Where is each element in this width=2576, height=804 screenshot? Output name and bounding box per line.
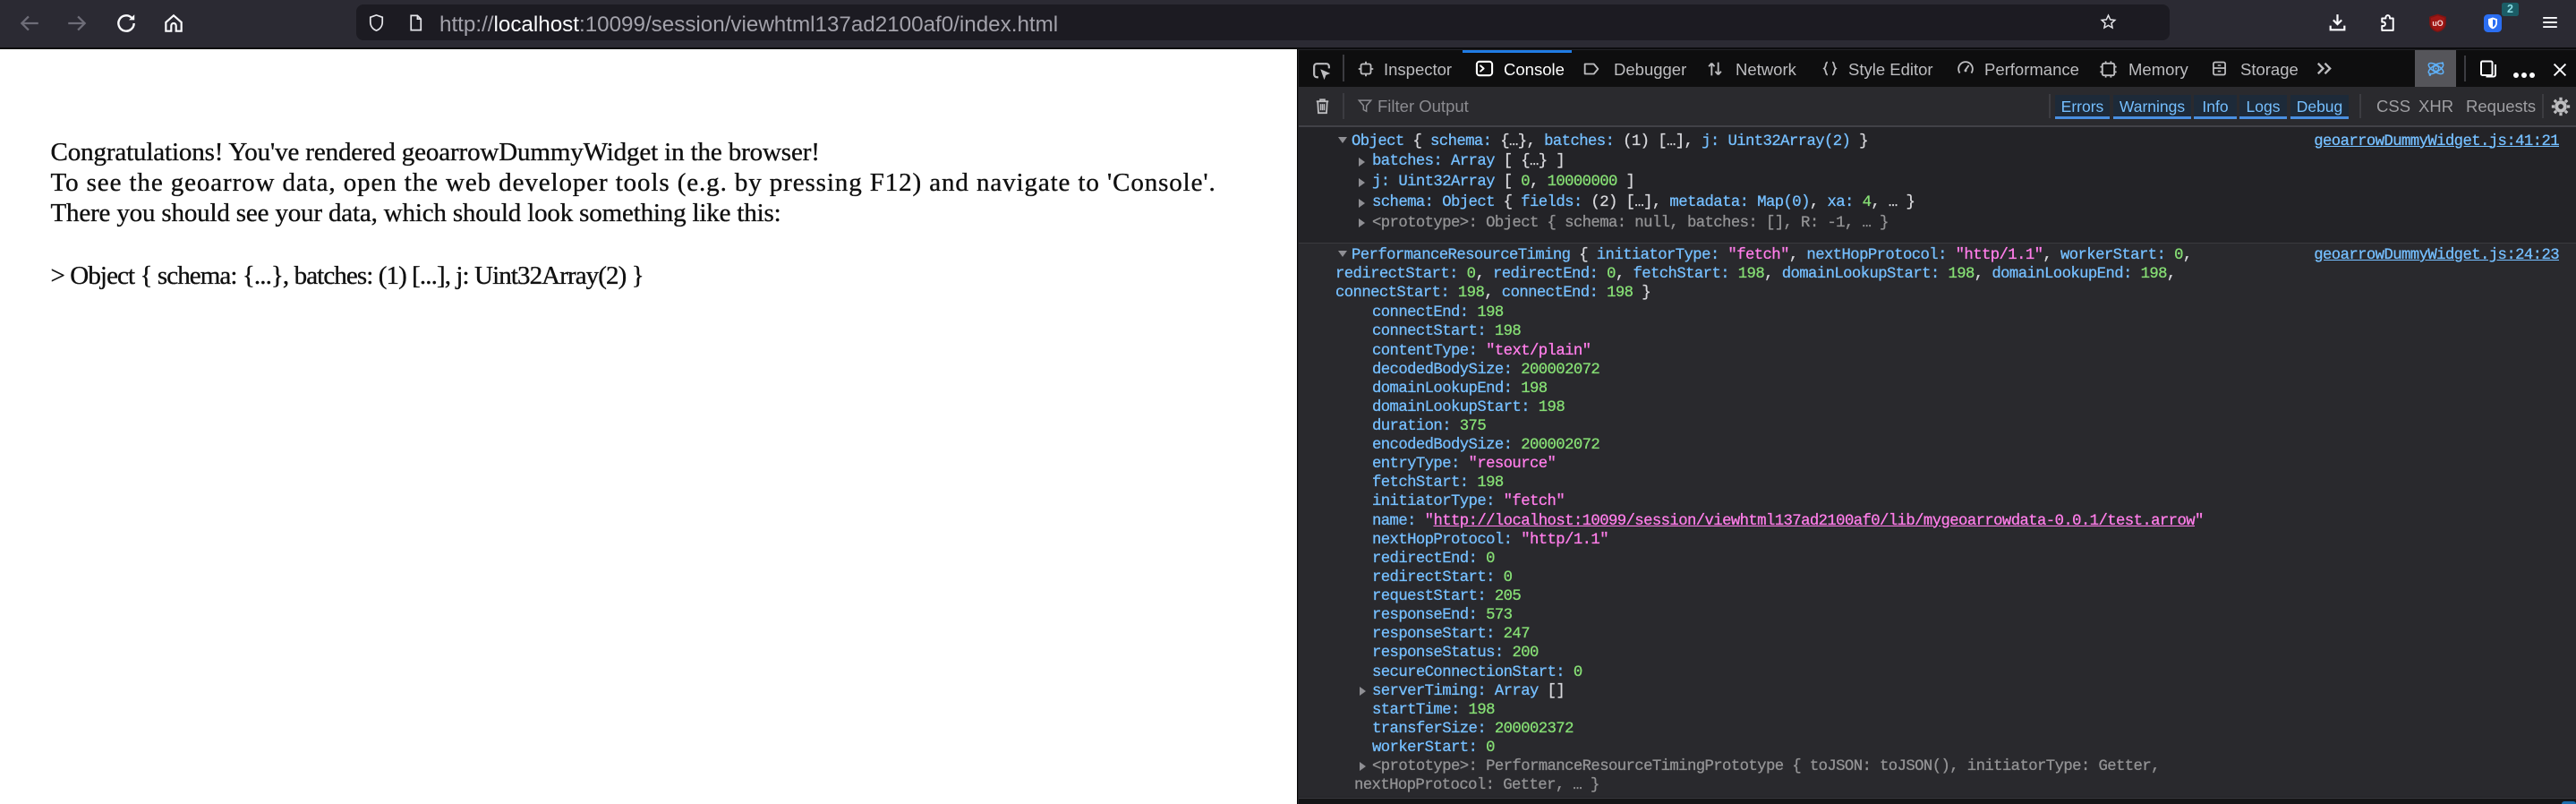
svg-text:uO: uO xyxy=(2432,19,2443,28)
